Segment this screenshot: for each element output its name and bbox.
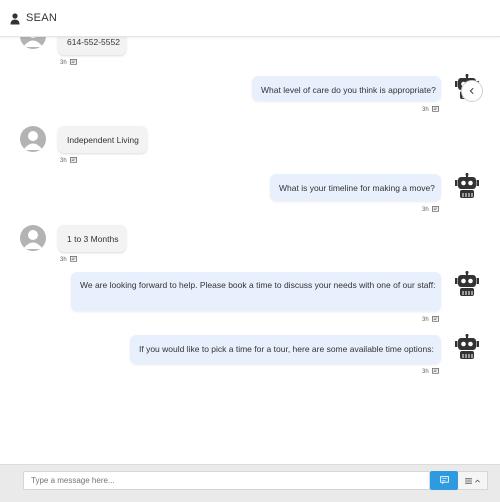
bot-avatar-icon [455,271,479,297]
message-meta: 3h [60,157,77,164]
message-text: Independent Living [67,135,139,145]
chat-status-icon [431,106,439,112]
collapse-button[interactable] [461,80,483,102]
message-text: What level of care do you think is appro… [261,85,436,95]
message-meta: 3h [60,59,77,66]
message-text: 614-552-5552 [67,37,120,47]
message-bubble: Independent Living [58,126,147,153]
message-time: 3h [422,368,429,375]
chat-status-icon [69,157,77,163]
message-meta: 3h [422,316,439,323]
message-text: We are looking forward to help. Please b… [80,280,436,290]
chevron-up-icon [475,479,480,483]
message-text: What is your timeline for making a move? [279,183,435,193]
chat-status-icon [431,316,439,322]
message-bubble: If you would like to pick a time for a t… [130,335,441,364]
send-button[interactable] [430,471,458,490]
contact-name: SEAN [26,12,58,24]
chevron-left-icon [469,87,474,95]
message-text: If you would like to pick a time for a t… [139,344,434,354]
message-composer [0,464,500,502]
message-bubble: What level of care do you think is appro… [252,76,441,101]
user-icon [10,12,20,25]
menu-button[interactable] [458,471,488,490]
message-time: 3h [422,316,429,323]
message-bubble: What is your timeline for making a move? [270,174,441,201]
message-meta: 3h [422,368,439,375]
message-time: 3h [60,256,67,263]
message-time: 3h [422,106,429,113]
chat-status-icon [431,206,439,212]
chat-header: SEAN [0,0,500,37]
message-input[interactable] [23,471,430,490]
message-bubble: 614-552-5552 [58,36,126,55]
message-bubble: We are looking forward to help. Please b… [71,272,441,311]
send-icon [439,476,449,485]
message-text: 1 to 3 Months [67,234,119,244]
menu-icon [465,477,472,484]
message-bubble: 1 to 3 Months [58,225,126,252]
chat-status-icon [431,368,439,374]
user-avatar [20,36,46,49]
message-meta: 3h [60,256,77,263]
message-list[interactable]: 614-552-5552 3h What level of care do yo… [0,36,500,406]
user-avatar [20,126,46,152]
message-meta: 3h [422,106,439,113]
chat-status-icon [69,256,77,262]
message-time: 3h [422,206,429,213]
message-meta: 3h [422,206,439,213]
empty-area [0,406,500,464]
bot-avatar-icon [455,173,479,199]
user-avatar [20,225,46,251]
chat-status-icon [69,59,77,65]
bot-avatar-icon [455,334,479,360]
message-time: 3h [60,157,67,164]
message-time: 3h [60,59,67,66]
